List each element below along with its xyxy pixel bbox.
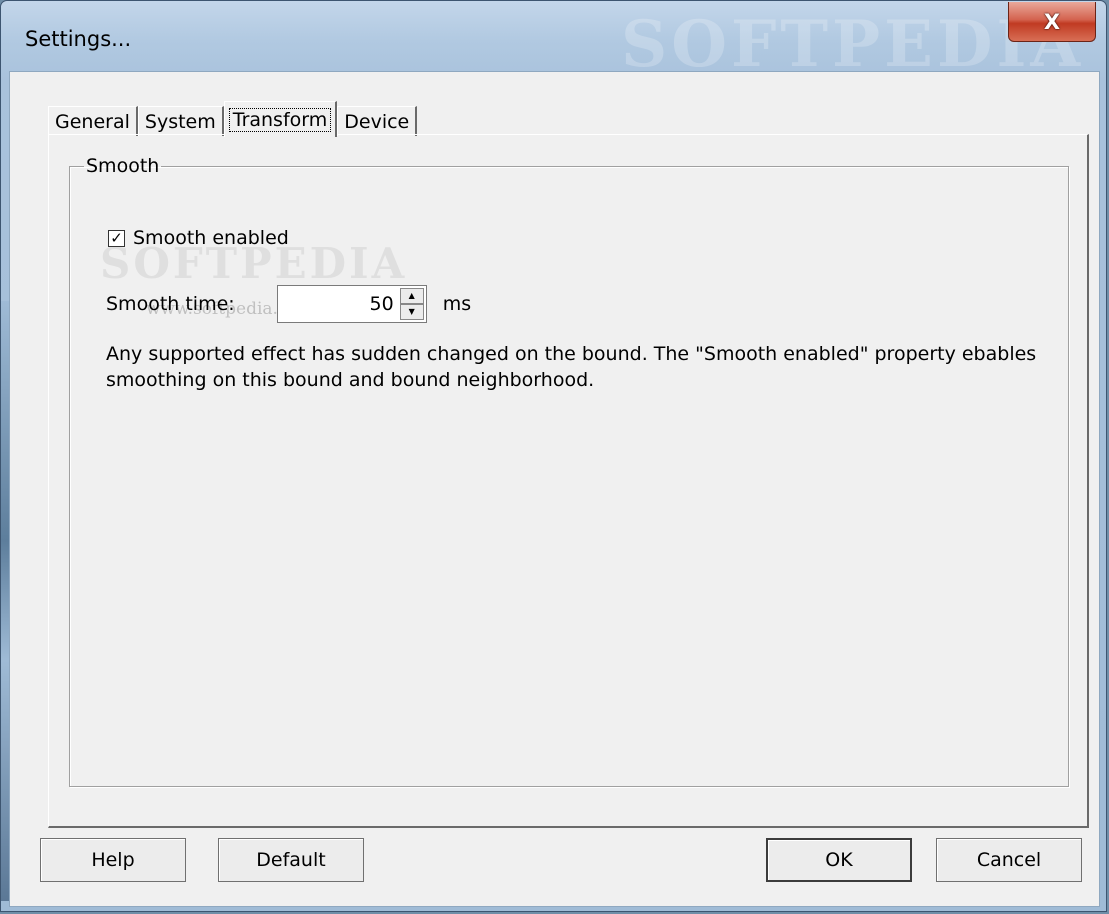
tab-label: System	[144, 110, 216, 133]
smooth-time-input[interactable]	[277, 286, 398, 322]
spin-up-arrow-icon[interactable]: ▲	[399, 288, 424, 304]
tab-label: General	[55, 110, 130, 133]
smooth-enabled-checkbox[interactable]: ✓ Smooth enabled	[108, 227, 289, 249]
ok-button[interactable]: OK	[766, 838, 912, 882]
cancel-button[interactable]: Cancel	[936, 838, 1082, 882]
tab-label: Transform	[228, 107, 332, 132]
tab-general[interactable]: General	[48, 106, 138, 136]
tab-transform[interactable]: Transform	[223, 101, 338, 137]
spinner-buttons: ▲ ▼	[399, 288, 424, 320]
tab-label: Device	[344, 110, 410, 133]
tab-strip: General System Transform Device	[48, 100, 418, 137]
smooth-description: Any supported effect has sudden changed …	[106, 343, 1037, 391]
help-button[interactable]: Help	[40, 838, 186, 882]
close-icon: X	[1043, 9, 1061, 34]
default-button[interactable]: Default	[218, 838, 364, 882]
smooth-time-label: Smooth time:	[106, 293, 235, 315]
close-button[interactable]: X	[1008, 2, 1096, 42]
transform-tab-panel: Smooth SOFTPEDIA www.softpedia.com ✓ Smo…	[48, 134, 1089, 828]
smooth-enabled-label: Smooth enabled	[133, 227, 289, 249]
settings-window: SOFTPEDIA Settings... X General System T…	[0, 0, 1107, 912]
smooth-time-spinner: ▲ ▼	[276, 285, 427, 323]
tab-device[interactable]: Device	[337, 106, 418, 136]
spin-down-arrow-icon[interactable]: ▼	[399, 304, 424, 320]
checkmark-icon[interactable]: ✓	[108, 229, 125, 247]
window-title: Settings...	[25, 27, 132, 51]
smooth-groupbox: Smooth SOFTPEDIA www.softpedia.com ✓ Smo…	[69, 155, 1069, 787]
dialog-client-area: General System Transform Device Smooth S…	[9, 71, 1100, 907]
smooth-time-row: Smooth time: ▲ ▼ ms	[106, 285, 471, 323]
smooth-time-unit: ms	[442, 293, 472, 315]
tab-system[interactable]: System	[137, 106, 224, 136]
smooth-group-legend: Smooth	[86, 155, 160, 177]
